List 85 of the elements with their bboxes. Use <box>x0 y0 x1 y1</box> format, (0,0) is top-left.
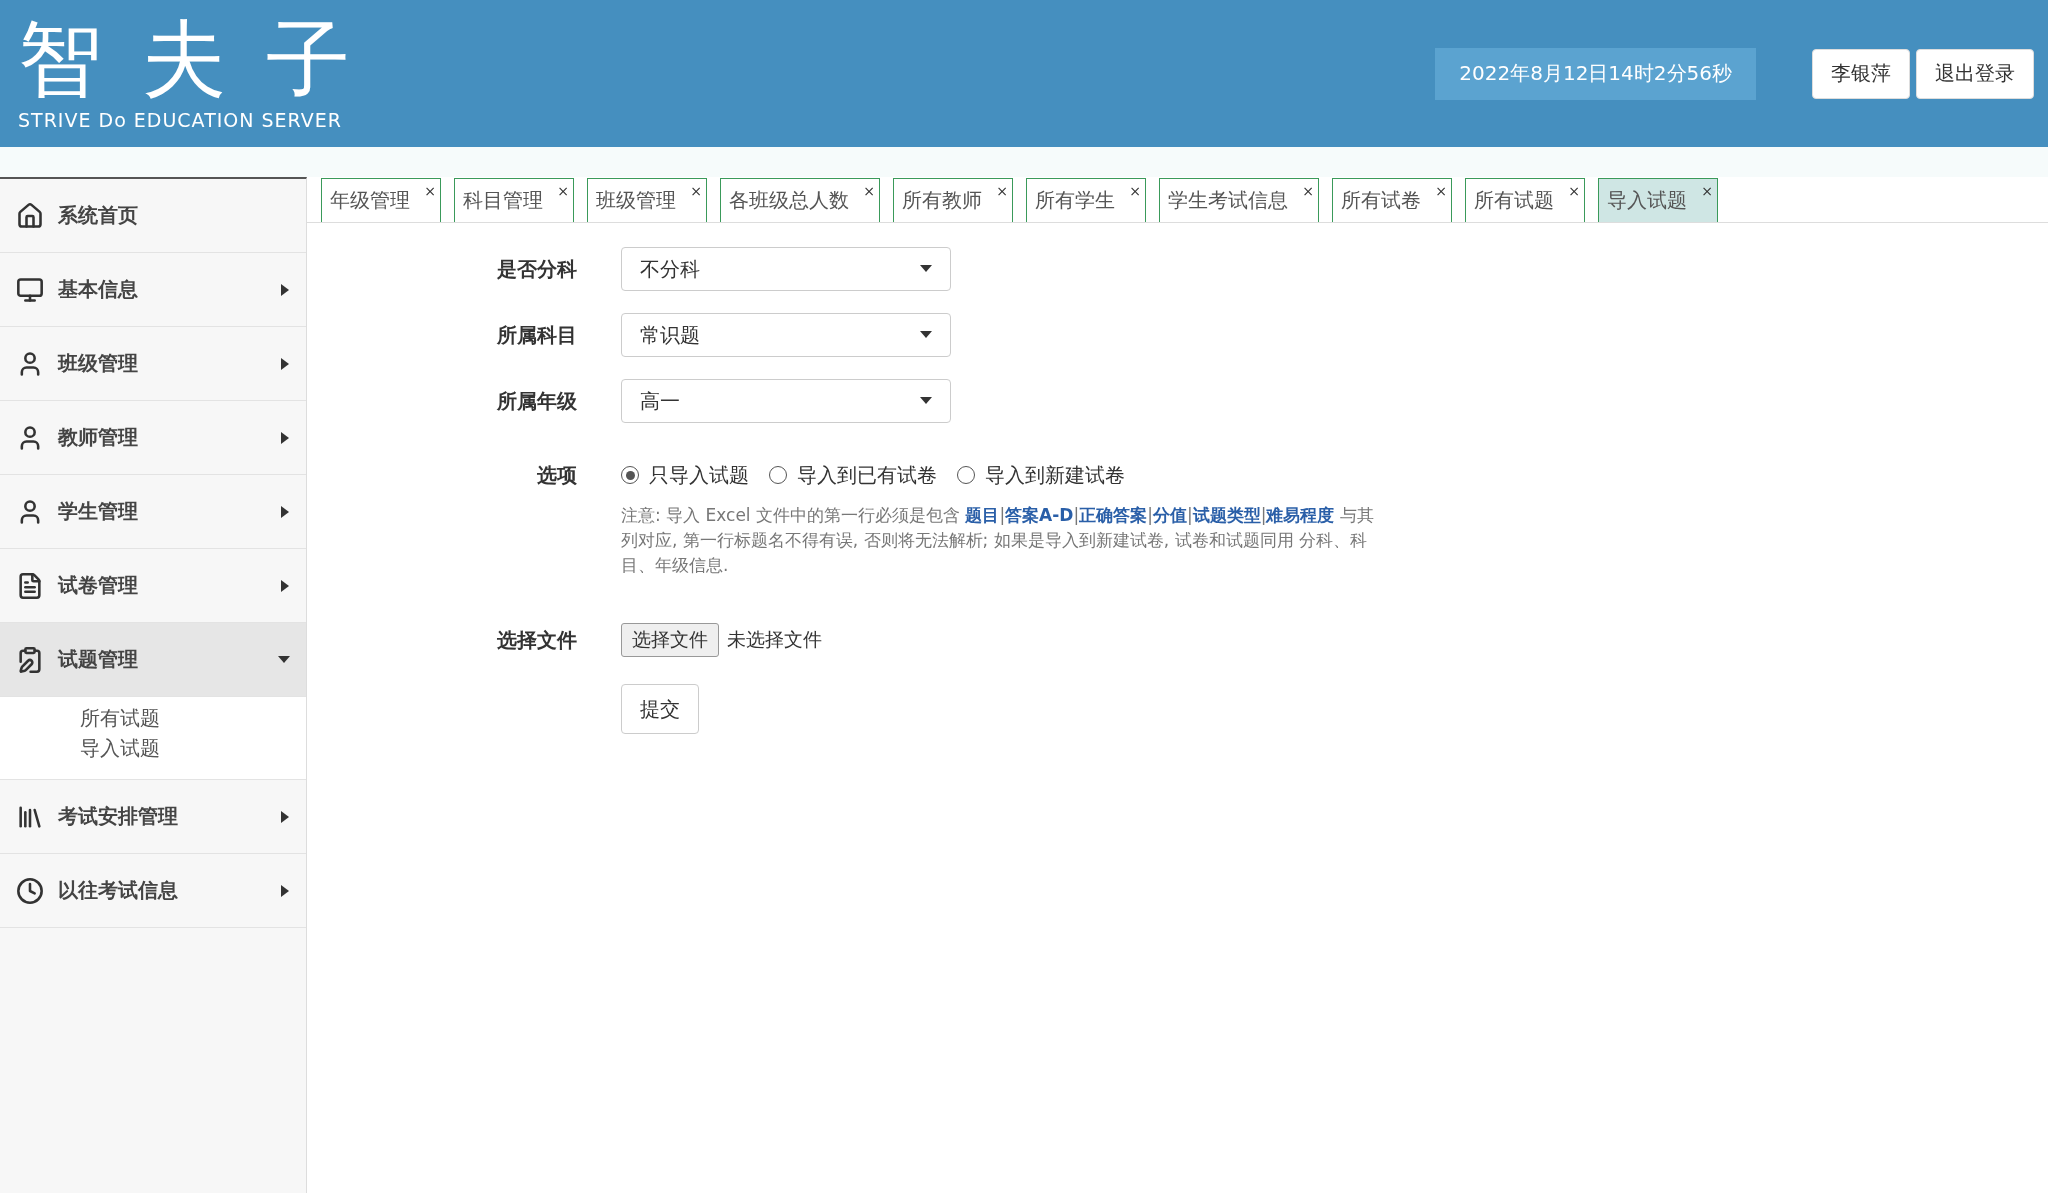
sidebar-item[interactable]: 学生管理 <box>0 475 306 549</box>
tab-label: 所有教师 <box>902 187 982 214</box>
close-icon[interactable]: × <box>424 183 436 199</box>
clipboard-icon <box>16 645 44 674</box>
sidebar-item[interactable]: 系统首页 <box>0 179 306 253</box>
caret-down-icon <box>920 265 932 273</box>
caret-right-icon <box>280 505 290 518</box>
choose-file-button[interactable]: 选择文件 <box>621 623 719 657</box>
tab[interactable]: 科目管理 × <box>454 178 574 222</box>
tab-label: 年级管理 <box>330 187 410 214</box>
note-text: 注意: 导入 Excel 文件中的第一行必须是包含 题目|答案A-D|正确答案|分值|试题类型|难易程度 与其列对应, 第一行标题名不得有误, 否则将无法解析; 如果是导入到新建试卷, 试卷和试题同用 分科、科目、年级信息. <box>621 504 1375 577</box>
sidebar-item[interactable]: 试题管理 <box>0 623 306 697</box>
close-icon[interactable]: × <box>1129 183 1141 199</box>
field-label: 选项 <box>537 462 577 489</box>
caret-right-icon <box>280 283 290 296</box>
user-button[interactable]: 李银萍 <box>1812 48 1910 99</box>
logo-title: 智夫子 <box>18 16 390 101</box>
tab-label: 各班级总人数 <box>729 187 849 214</box>
datetime-display: 2022年8月12日14时2分56秒 <box>1435 47 1756 100</box>
field-label: 选择文件 <box>497 627 577 654</box>
tab-label: 科目管理 <box>463 187 543 214</box>
sidebar-item[interactable]: 基本信息 <box>0 253 306 327</box>
close-icon[interactable]: × <box>690 183 702 199</box>
tab[interactable]: 各班级总人数 × <box>720 178 880 222</box>
tab[interactable]: 年级管理 × <box>321 178 441 222</box>
close-icon[interactable]: × <box>863 183 875 199</box>
field-label: 所属科目 <box>497 322 577 349</box>
monitor-icon <box>16 275 44 304</box>
sidebar-item-label: 以往考试信息 <box>58 877 179 904</box>
radio-option[interactable]: 导入到已有试卷 <box>769 461 937 489</box>
tab-label: 班级管理 <box>596 187 676 214</box>
sidebar-item-label: 班级管理 <box>58 350 139 377</box>
close-icon[interactable]: × <box>557 183 569 199</box>
caret-right-icon <box>280 431 290 444</box>
clock-icon <box>16 876 44 905</box>
tab[interactable]: 导入试题 × <box>1598 178 1718 222</box>
select-field[interactable]: 常识题 <box>621 313 951 357</box>
logo-subtitle: STRIVE Do EDUCATION SERVER <box>18 108 343 131</box>
sidebar-item-label: 考试安排管理 <box>58 803 179 830</box>
caret-down-icon <box>278 655 290 664</box>
caret-down-icon <box>920 331 932 339</box>
tab-label: 学生考试信息 <box>1168 187 1288 214</box>
caret-right-icon <box>280 884 290 897</box>
sidebar-item-label: 试题管理 <box>58 646 139 673</box>
tab[interactable]: 班级管理 × <box>587 178 707 222</box>
tab-label: 导入试题 <box>1607 187 1687 214</box>
sidebar-item-label: 教师管理 <box>58 424 139 451</box>
close-icon[interactable]: × <box>996 183 1008 199</box>
radio-option[interactable]: 导入到新建试卷 <box>957 461 1125 489</box>
close-icon[interactable]: × <box>1568 183 1580 199</box>
tab[interactable]: 所有学生 × <box>1026 178 1146 222</box>
field-label: 所属年级 <box>497 388 577 415</box>
select-field[interactable]: 不分科 <box>621 247 951 291</box>
tab-label: 所有学生 <box>1035 187 1115 214</box>
select-field[interactable]: 高一 <box>621 379 951 423</box>
radio-option[interactable]: 只导入试题 <box>621 461 749 489</box>
caret-right-icon <box>280 357 290 370</box>
submenu-item[interactable]: 导入试题 <box>80 733 306 763</box>
close-icon[interactable]: × <box>1701 183 1713 199</box>
sidebar-item-label: 学生管理 <box>58 498 139 525</box>
file-status: 未选择文件 <box>727 627 822 652</box>
submenu-item[interactable]: 所有试题 <box>80 703 306 733</box>
document-icon <box>16 571 44 600</box>
tab[interactable]: 学生考试信息 × <box>1159 178 1319 222</box>
sidebar-item[interactable]: 考试安排管理 <box>0 780 306 854</box>
sidebar-item-label: 试卷管理 <box>58 572 139 599</box>
tab-label: 所有试卷 <box>1341 187 1421 214</box>
tab[interactable]: 所有教师 × <box>893 178 1013 222</box>
sidebar-item-label: 基本信息 <box>58 276 139 303</box>
field-label: 是否分科 <box>497 256 577 283</box>
sidebar-item[interactable]: 班级管理 <box>0 327 306 401</box>
submit-button[interactable]: 提交 <box>621 684 699 734</box>
close-icon[interactable]: × <box>1302 183 1314 199</box>
home-icon <box>16 201 44 230</box>
tab-label: 所有试题 <box>1474 187 1554 214</box>
sidebar-item[interactable]: 以往考试信息 <box>0 854 306 928</box>
sidebar-item-label: 系统首页 <box>58 202 139 229</box>
caret-down-icon <box>920 397 932 405</box>
caret-right-icon <box>280 810 290 823</box>
tab[interactable]: 所有试题 × <box>1465 178 1585 222</box>
sidebar-item[interactable]: 教师管理 <box>0 401 306 475</box>
close-icon[interactable]: × <box>1435 183 1447 199</box>
caret-right-icon <box>280 579 290 592</box>
tab[interactable]: 所有试卷 × <box>1332 178 1452 222</box>
logout-button[interactable]: 退出登录 <box>1916 48 2034 99</box>
